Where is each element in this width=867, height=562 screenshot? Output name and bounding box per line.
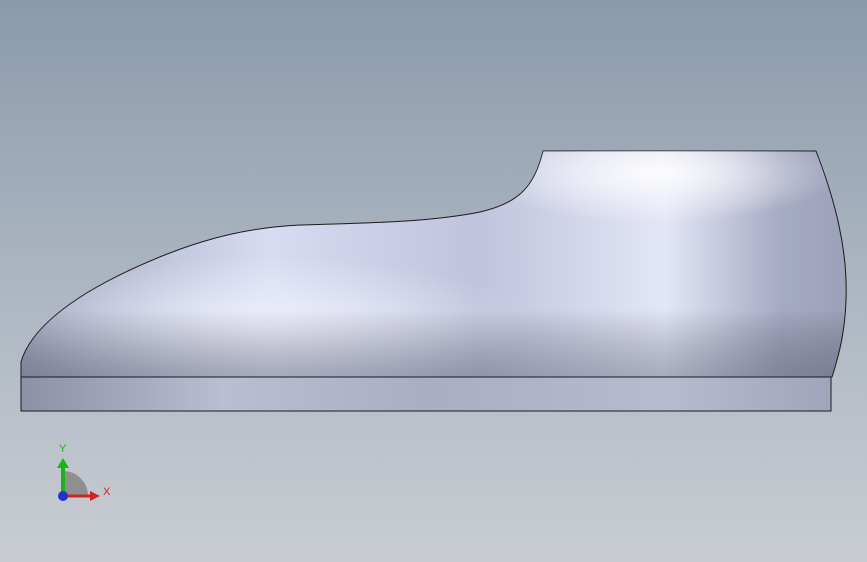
x-axis-label: X (103, 486, 111, 498)
triad-plane-icon (63, 471, 88, 496)
shoe-model[interactable] (0, 0, 867, 562)
orientation-triad: Y X (48, 440, 118, 510)
shoe-sole[interactable] (20, 376, 832, 412)
y-axis-label: Y (59, 443, 67, 455)
graphics-viewport[interactable]: Y X (0, 0, 867, 562)
z-axis-dot (58, 491, 68, 501)
